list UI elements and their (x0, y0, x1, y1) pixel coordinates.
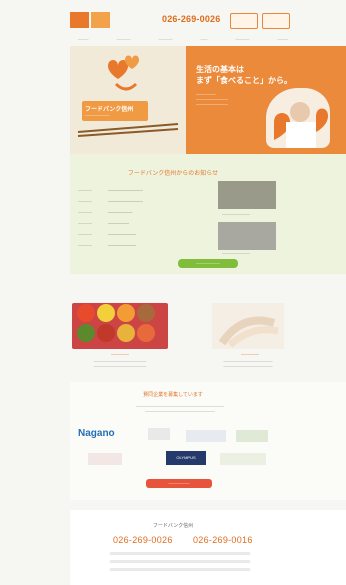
feature-desc-right: —————————————— —————————————— (223, 359, 273, 368)
supporters-button[interactable]: —————— (146, 479, 212, 488)
hero-illustration (77, 55, 179, 137)
site-header: 026-269-0026 (70, 8, 290, 32)
news-photo-2[interactable] (218, 222, 276, 250)
news-row-2[interactable]: ———— —————————— (78, 199, 210, 207)
footer-address-3 (110, 568, 250, 571)
nav-item-2[interactable]: ———— (117, 37, 131, 41)
nav-item-6[interactable]: ——— (278, 37, 289, 41)
sponsor-olympus[interactable]: OLYMPUS (166, 451, 206, 465)
footer-address-1 (110, 552, 250, 555)
hero-sign-title: フードバンク信州 (85, 107, 134, 113)
sponsor-logo-7[interactable] (220, 453, 266, 465)
sponsor-logo-4[interactable] (236, 430, 268, 442)
global-nav: ——— ———— ———— —— ———— ——— (78, 37, 288, 41)
nav-item-5[interactable]: ———— (236, 37, 250, 41)
supporters-desc: ————————————————————————— ———————————————… (136, 404, 224, 413)
header-button-1[interactable] (230, 13, 258, 29)
footer-phone[interactable]: 026-269-0026 (113, 535, 173, 545)
news-photo-caption-2: ———————— (222, 251, 250, 255)
site-logo[interactable] (70, 12, 110, 28)
feature-caption-left: ———— (111, 352, 129, 357)
hero-sign: フードバンク信州 ——————— (82, 101, 148, 121)
hero-panel: 生活の基本は まず「食べること」から。 ————— ———————— —————… (186, 46, 346, 154)
sponsor-nagano[interactable]: Nagano (78, 428, 115, 440)
sponsor-logo-3[interactable] (186, 430, 226, 442)
news-photo-1[interactable] (218, 181, 276, 209)
nav-item-1[interactable]: ——— (78, 37, 89, 41)
nav-item-4[interactable]: —— (201, 37, 208, 41)
feature-caption-right: ———— (241, 352, 259, 357)
feature-image-left[interactable] (72, 303, 168, 349)
sponsor-logo-2[interactable] (148, 428, 170, 440)
news-row-4[interactable]: ———— —————— (78, 221, 210, 229)
feature-image-right[interactable] (212, 303, 284, 349)
feature-desc-left: ——————————————— ——————————————— (93, 359, 147, 368)
footer-name: フードバンク信州 (152, 523, 194, 529)
header-button-2[interactable] (262, 13, 290, 29)
hero-section: フードバンク信州 ——————— 生活の基本は まず「食べること」から。 ———… (70, 46, 346, 154)
news-photo-caption-1: ———————— (222, 212, 250, 216)
header-phone[interactable]: 026-269-0026 (162, 14, 220, 24)
logo-mark-left (70, 12, 89, 28)
news-row-6[interactable]: ———— ———————— (78, 243, 210, 251)
logo-mark-right (91, 12, 110, 28)
supporters-title: 賛同企業を募集しています (143, 392, 203, 398)
news-row-3[interactable]: ———— ——————— (78, 210, 210, 218)
footer-address-2 (110, 560, 250, 563)
news-row-5[interactable]: ———— ———————— (78, 232, 210, 240)
hero-photo (266, 88, 330, 148)
hero-subhead: まず「食べること」から。 (196, 76, 292, 85)
news-row-1[interactable]: ———— —————————— (78, 188, 210, 196)
hero-image-left: フードバンク信州 ——————— (70, 46, 186, 154)
footer-fax: 026-269-0016 (193, 535, 253, 545)
sponsor-logo-5[interactable] (88, 453, 122, 465)
hero-sign-sub: ——————— (85, 113, 110, 117)
news-title: フードバンク信州からのお知らせ (127, 171, 219, 177)
news-button[interactable]: ——————— (178, 259, 238, 268)
nav-item-3[interactable]: ———— (159, 37, 173, 41)
hero-headline: 生活の基本は (196, 65, 244, 74)
